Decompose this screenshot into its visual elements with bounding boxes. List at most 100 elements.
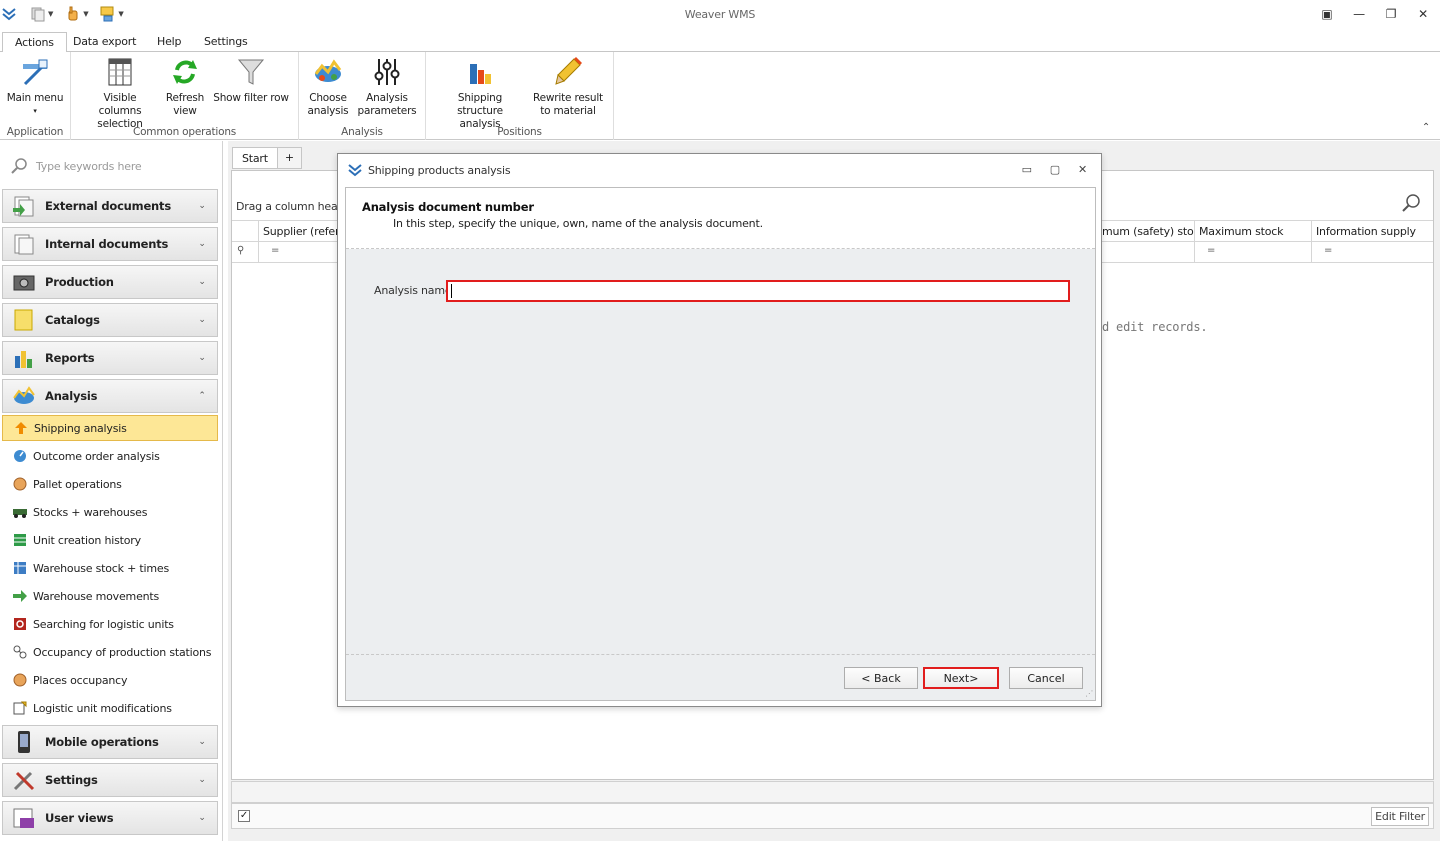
dialog-minimize-button[interactable]: ▭ (1022, 163, 1032, 176)
filter-icon (237, 59, 265, 85)
chevron-down-icon: ⌄ (198, 315, 206, 325)
nav-group-internal-documents[interactable]: Internal documents ⌄ (2, 227, 218, 261)
resize-grip-icon[interactable]: ⋰ (1085, 689, 1093, 698)
nav-group-external-documents[interactable]: External documents ⌄ (2, 189, 218, 223)
truck-icon (12, 504, 28, 520)
restore-button[interactable]: ❐ (1382, 6, 1400, 22)
sidebar-item-label: Unit creation history (33, 533, 141, 547)
columns-icon (108, 58, 132, 86)
sliders-icon (374, 59, 400, 85)
dialog-window-controls: ▭ ▢ ✕ (1022, 163, 1088, 176)
sidebar-search[interactable]: Type keywords here (10, 157, 142, 175)
sidebar-item-warehouse-stock-times[interactable]: Warehouse stock + times (2, 555, 218, 581)
warehouse-icon (12, 560, 28, 576)
screenshot-icon[interactable]: ▣ (1318, 6, 1336, 22)
spreadsheet-icon (12, 532, 28, 548)
pallet-icon (12, 476, 28, 492)
grid-footer (231, 781, 1434, 803)
analysis-name-input[interactable] (446, 280, 1070, 302)
main-menu-icon (23, 59, 48, 86)
refresh-icon (173, 60, 197, 84)
nav-group-production[interactable]: Production ⌄ (2, 265, 218, 299)
sidebar-item-label: Stocks + warehouses (33, 505, 148, 519)
wizard-step-title: Analysis document number (362, 200, 534, 214)
column-header-information-supply[interactable]: Information supply (1312, 221, 1433, 242)
show-filter-row-button[interactable]: Show filter row (211, 56, 291, 105)
close-button[interactable]: ✕ (1414, 6, 1432, 22)
ribbon-group-label: Common operations (132, 126, 237, 138)
choose-analysis-button[interactable]: Choose analysis (305, 56, 351, 118)
back-button[interactable]: < Back (844, 667, 918, 689)
sidebar-item-shipping-analysis[interactable]: Shipping analysis (2, 415, 218, 441)
nav-group-label: Internal documents (45, 237, 169, 251)
main-menu-label: Main menu (6, 92, 64, 104)
window-controls: ▣ — ❐ ✕ (1318, 6, 1432, 22)
grid-search-icon[interactable] (1401, 193, 1421, 216)
wizard-header: Analysis document number In this step, s… (346, 188, 1095, 249)
sidebar-item-label: Occupancy of production stations (33, 645, 212, 659)
sidebar-item-outcome-order-analysis[interactable]: Outcome order analysis (2, 443, 218, 469)
ribbon-group-positions: Shipping structure analysis Rewrite resu… (426, 52, 614, 140)
filter-enabled-checkbox[interactable]: ✓ (238, 810, 250, 822)
tab-settings[interactable]: Settings (192, 32, 260, 53)
search-icon (11, 158, 27, 174)
nav-group-label: Catalogs (45, 313, 100, 327)
nav-group-label: External documents (45, 199, 171, 213)
nav-group-analysis[interactable]: Analysis ⌃ (2, 379, 218, 413)
visible-columns-selection-button[interactable]: Visible columns selection (81, 56, 159, 131)
filter-cell-supplier[interactable]: = (259, 242, 339, 263)
nav-group-user-views[interactable]: User views ⌄ (2, 801, 218, 835)
sidebar-item-places-occupancy[interactable]: Places occupancy (2, 667, 218, 693)
column-header-maximum-stock[interactable]: Maximum stock (1195, 221, 1312, 242)
chevron-down-icon: ⌄ (198, 775, 206, 785)
collapse-ribbon-icon[interactable]: ⌃ (1422, 122, 1430, 133)
dialog-maximize-button[interactable]: ▢ (1050, 163, 1060, 176)
dialog-title: Shipping products analysis (368, 163, 511, 177)
dialog-close-button[interactable]: ✕ (1078, 163, 1087, 176)
sidebar-item-label: Places occupancy (33, 673, 128, 687)
sidebar-item-occupancy-production-stations[interactable]: Occupancy of production stations (2, 639, 218, 665)
reports-icon (11, 345, 37, 371)
minimize-button[interactable]: — (1350, 6, 1368, 22)
sidebar-item-warehouse-movements[interactable]: Warehouse movements (2, 583, 218, 609)
nav-group-settings[interactable]: Settings ⌄ (2, 763, 218, 797)
nav-group-catalogs[interactable]: Catalogs ⌄ (2, 303, 218, 337)
column-header-minimum-stock[interactable]: mum (safety) sto... (1098, 221, 1195, 242)
filter-cell-maximum-stock[interactable]: = (1195, 242, 1312, 263)
ribbon-group-label: Positions (497, 126, 542, 138)
nav-group-label: Mobile operations (45, 735, 159, 749)
mobile-icon (11, 729, 37, 755)
nav-group-reports[interactable]: Reports ⌄ (2, 341, 218, 375)
sidebar-item-unit-creation-history[interactable]: Unit creation history (2, 527, 218, 553)
chevron-down-icon: ⌄ (198, 277, 206, 287)
tab-actions[interactable]: Actions (2, 32, 67, 53)
cancel-button[interactable]: Cancel (1009, 667, 1083, 689)
sidebar-item-logistic-unit-modifications[interactable]: Logistic unit modifications (2, 695, 218, 721)
main-menu-button[interactable]: Main menu ▾ (4, 56, 66, 118)
ribbon: Main menu ▾ Application Visible columns … (0, 52, 1440, 140)
sidebar-item-label: Warehouse stock + times (33, 561, 170, 575)
analysis-parameters-button[interactable]: Analysis parameters (357, 56, 417, 118)
sidebar-item-searching-logistic-units[interactable]: Searching for logistic units (2, 611, 218, 637)
shipping-structure-analysis-button[interactable]: Shipping structure analysis (434, 56, 526, 131)
rewrite-result-button[interactable]: Rewrite result to material (530, 56, 606, 118)
next-button[interactable]: Next> (923, 667, 999, 689)
filter-cell-minimum-stock[interactable] (1098, 242, 1195, 263)
chevron-down-icon: ⌄ (198, 813, 206, 823)
tab-data-export[interactable]: Data export (61, 32, 148, 53)
edit-filter-button[interactable]: Edit Filter (1371, 807, 1429, 826)
analysis-parameters-label-2: parameters (357, 105, 417, 117)
add-tab-button[interactable]: + (277, 147, 302, 169)
column-header-supplier[interactable]: Supplier (refere (259, 221, 339, 242)
filter-cell-information-supply[interactable]: = (1312, 242, 1433, 263)
window-title: Weaver WMS (684, 8, 756, 21)
tab-start[interactable]: Start (232, 147, 278, 169)
nav-group-mobile-operations[interactable]: Mobile operations ⌄ (2, 725, 218, 759)
sidebar-item-pallet-operations[interactable]: Pallet operations (2, 471, 218, 497)
choose-analysis-label-1: Choose (309, 92, 347, 104)
sidebar-item-stocks-warehouses[interactable]: Stocks + warehouses (2, 499, 218, 525)
tab-help[interactable]: Help (145, 32, 193, 53)
refresh-view-button[interactable]: Refresh view (163, 56, 207, 118)
nav-group-label: User views (45, 811, 114, 825)
rewrite-result-label-2: to material (540, 105, 596, 117)
